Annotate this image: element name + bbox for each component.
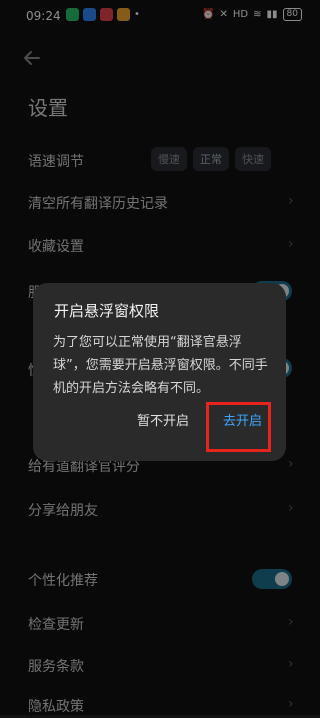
cancel-button[interactable]: 暂不开启 [137, 410, 189, 429]
highlight-box [206, 402, 271, 452]
dialog-title: 开启悬浮窗权限 [54, 302, 160, 320]
dialog-message: 为了您可以正常使用“翻译官悬浮球”，您需要开启悬浮窗权限。不同手机的开启方法会略… [53, 335, 268, 396]
